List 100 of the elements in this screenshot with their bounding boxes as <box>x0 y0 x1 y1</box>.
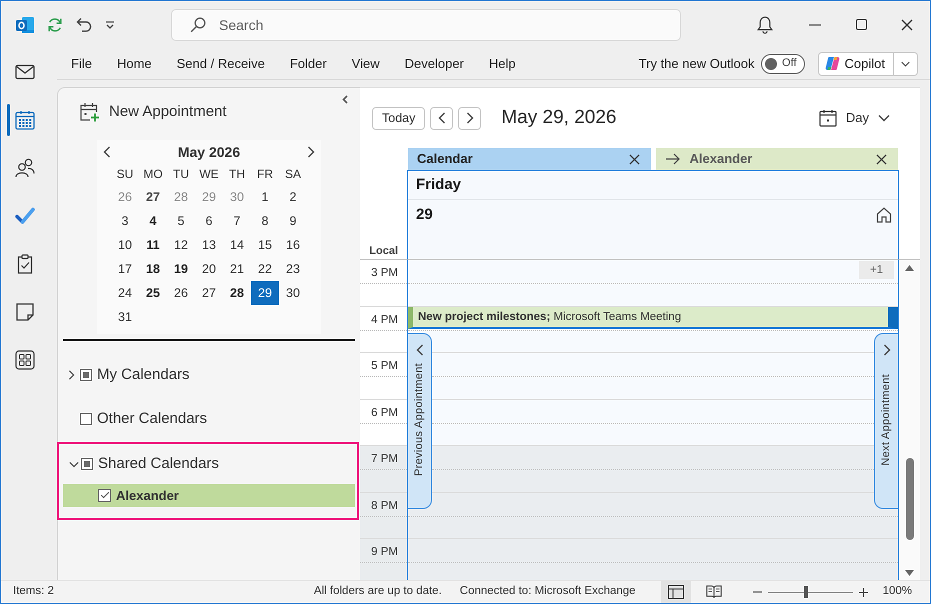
timezone-label: Local <box>369 244 398 258</box>
calendar-day[interactable]: 2 <box>279 185 307 209</box>
time-slot[interactable]: +1 <box>408 260 898 306</box>
calendar-day[interactable]: 30 <box>279 281 307 305</box>
calendar-day[interactable]: 11 <box>139 233 167 257</box>
normal-view-button[interactable] <box>660 581 691 603</box>
time-slot[interactable]: New project milestones; Microsoft Teams Meeting <box>408 306 898 353</box>
more-items-badge[interactable]: +1 <box>859 261 894 279</box>
next-month-icon[interactable] <box>307 146 315 158</box>
caret-icon[interactable] <box>105 20 115 28</box>
calendar-group-label[interactable]: Other Calendars <box>97 410 208 428</box>
calendar-day[interactable]: 25 <box>139 281 167 305</box>
calendar-day[interactable]: 13 <box>195 233 223 257</box>
next-appointment-button[interactable]: Next Appointment <box>874 333 898 509</box>
calendar-day[interactable]: 1 <box>251 185 279 209</box>
calendar-day[interactable]: 5 <box>167 209 195 233</box>
calendar-day[interactable]: 18 <box>139 257 167 281</box>
time-label: 8 PM <box>371 500 398 512</box>
calendar-day[interactable]: 17 <box>111 257 139 281</box>
calendar-day[interactable]: 20 <box>195 257 223 281</box>
view-dropdown[interactable]: Day <box>818 109 890 127</box>
calendar-day[interactable]: 9 <box>279 209 307 233</box>
calendar-day[interactable]: 26 <box>167 281 195 305</box>
ribbon-tab[interactable]: Home <box>106 52 162 76</box>
time-label: 3 PM <box>371 267 398 279</box>
home-icon <box>876 207 892 223</box>
arrow-right-icon[interactable] <box>664 153 680 165</box>
calendar-day[interactable]: 16 <box>279 233 307 257</box>
ribbon-tab[interactable]: Developer <box>394 52 474 76</box>
clipboard-icon <box>15 254 35 274</box>
calendar-tab[interactable]: Alexander <box>656 148 898 170</box>
calendar-day[interactable]: 10 <box>111 233 139 257</box>
chevron-down-icon[interactable] <box>69 460 79 468</box>
calendar-icon <box>15 110 35 130</box>
collapse-icon[interactable] <box>342 95 348 104</box>
scroll-up-icon[interactable] <box>905 265 914 271</box>
undo-icon[interactable] <box>76 16 92 32</box>
new-appointment-button[interactable]: New Appointment <box>76 99 231 125</box>
calendar-day[interactable]: 3 <box>111 209 139 233</box>
calendar-day[interactable]: 22 <box>251 257 279 281</box>
connection-status: Connected to: Microsoft Exchange <box>460 585 636 599</box>
copilot-button[interactable]: Copilot <box>818 52 894 76</box>
toggle-switch[interactable]: Off <box>760 54 805 74</box>
close-icon[interactable] <box>876 154 887 164</box>
calendar-day[interactable]: 7 <box>223 209 251 233</box>
ribbon-tab[interactable]: Folder <box>280 52 337 76</box>
close-icon[interactable] <box>628 154 640 164</box>
calendar-day[interactable]: 27 <box>195 281 223 305</box>
search-field[interactable]: Search <box>171 8 681 40</box>
ribbon-tab[interactable]: View <box>342 52 390 76</box>
previous-button[interactable] <box>430 106 454 130</box>
calendar-day[interactable]: 14 <box>223 233 251 257</box>
calendar-add-icon <box>80 102 100 122</box>
scrollbar[interactable] <box>899 259 920 580</box>
close-icon[interactable] <box>901 18 913 30</box>
previous-appointment-button[interactable]: Previous Appointment <box>408 333 432 509</box>
calendar-group-label[interactable]: Shared Calendars <box>98 455 219 473</box>
zoom-slider-thumb[interactable] <box>804 586 808 598</box>
ribbon-tab[interactable]: File <box>61 52 102 76</box>
calendar-day[interactable]: 15 <box>251 233 279 257</box>
calendar-day[interactable]: 6 <box>195 209 223 233</box>
app-logo-icon[interactable] <box>16 16 34 34</box>
calendar-day[interactable]: 31 <box>111 305 139 329</box>
checkbox[interactable] <box>80 369 92 381</box>
checkbox[interactable] <box>98 489 111 502</box>
maximize-icon[interactable] <box>856 19 866 30</box>
time-label: 6 PM <box>371 406 398 418</box>
calendar-day[interactable]: 27 <box>139 185 167 209</box>
scrollbar-thumb[interactable] <box>906 458 914 540</box>
next-button[interactable] <box>458 106 482 130</box>
chevron-right-icon[interactable] <box>68 370 75 380</box>
sync-icon[interactable] <box>47 16 63 32</box>
calendar-day[interactable]: 24 <box>111 281 139 305</box>
checkbox[interactable] <box>81 458 93 470</box>
ribbon-tab[interactable]: Send / Receive <box>166 52 275 76</box>
minimize-icon[interactable] <box>809 24 821 26</box>
calendar-day[interactable]: 19 <box>167 257 195 281</box>
calendar-day[interactable]: 29 <box>251 281 279 305</box>
calendar-day[interactable]: 21 <box>223 257 251 281</box>
calendar-day[interactable]: 12 <box>167 233 195 257</box>
calendar-tab[interactable]: Calendar <box>408 148 650 170</box>
calendar-day-icon <box>818 109 837 127</box>
ribbon-tab[interactable]: Help <box>478 52 526 76</box>
calendar-day[interactable]: 23 <box>279 257 307 281</box>
mail-icon <box>15 62 35 82</box>
calendar-item[interactable]: Alexander <box>63 484 355 507</box>
date-title: May 29, 2026 <box>501 106 616 130</box>
search-icon[interactable] <box>190 16 206 32</box>
previous-month-icon[interactable] <box>103 146 111 158</box>
calendar-day[interactable]: 4 <box>139 209 167 233</box>
chevron-down-icon <box>878 114 890 122</box>
zoom-in-icon[interactable] <box>858 588 868 596</box>
calendar-event[interactable]: New project milestones; Microsoft Teams Meeting <box>408 306 898 328</box>
scroll-down-icon[interactable] <box>905 570 914 576</box>
checkbox[interactable] <box>80 413 92 425</box>
bell-icon[interactable] <box>757 16 773 34</box>
today-button[interactable]: Today <box>372 106 426 130</box>
calendar-day[interactable]: 8 <box>251 209 279 233</box>
calendar-group-label[interactable]: My Calendars <box>97 366 190 384</box>
calendar-day[interactable]: 28 <box>223 281 251 305</box>
